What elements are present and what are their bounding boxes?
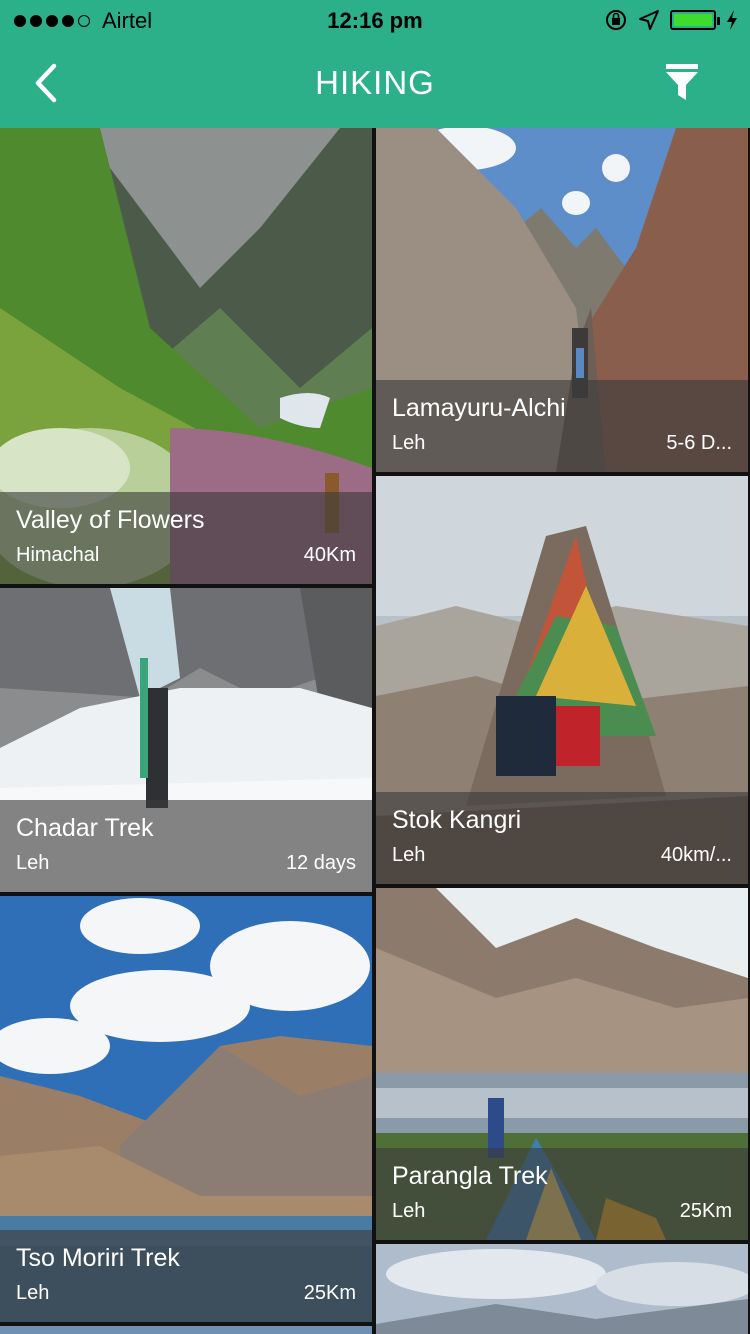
trek-location: Leh — [392, 844, 426, 866]
trek-name: Tso Moriri Trek — [16, 1244, 180, 1272]
trek-card[interactable]: Lamayuru-Alchi Leh 5-6 D... — [376, 128, 748, 472]
battery-icon — [670, 10, 720, 30]
trek-location: Leh — [16, 1282, 50, 1304]
nav-bar: HIKING — [0, 40, 750, 128]
page-title: HIKING — [315, 64, 435, 101]
trek-info-overlay: Parangla Trek Leh 25Km — [376, 1148, 748, 1240]
trek-location: Leh — [392, 1200, 426, 1222]
filter-button[interactable] — [664, 62, 714, 106]
trek-card[interactable]: Valley of Flowers Himachal 40Km — [0, 128, 372, 584]
trek-photo — [0, 1326, 372, 1334]
trek-info-overlay: Valley of Flowers Himachal 40Km — [0, 492, 372, 584]
trek-grid: Valley of Flowers Himachal 40Km Lamayuru… — [0, 128, 750, 1334]
filter-funnel-icon — [666, 64, 698, 100]
trek-card[interactable]: Parangla Trek Leh 25Km — [376, 888, 748, 1240]
trek-name: Chadar Trek — [16, 814, 154, 842]
trek-info-overlay: Chadar Trek Leh 12 days — [0, 800, 372, 892]
trek-card-partial[interactable] — [0, 1326, 372, 1334]
trek-info-overlay: Stok Kangri Leh 40km/... — [376, 792, 748, 884]
trek-distance: 5-6 D... — [666, 432, 732, 454]
trek-info-overlay: Tso Moriri Trek Leh 25Km — [0, 1230, 372, 1322]
trek-card[interactable]: Tso Moriri Trek Leh 25Km — [0, 896, 372, 1322]
charging-bolt-icon — [727, 10, 737, 30]
trek-card-partial[interactable] — [376, 1244, 748, 1334]
trek-location: Himachal — [16, 544, 100, 566]
trek-name: Parangla Trek — [392, 1162, 548, 1190]
trek-distance: 12 days — [285, 852, 356, 874]
trek-name: Valley of Flowers — [16, 506, 205, 534]
trek-location: Leh — [392, 432, 426, 454]
status-bar: Airtel 12:16 pm — [0, 0, 750, 40]
trek-distance: 25Km — [303, 1282, 356, 1304]
location-arrow-icon — [639, 10, 659, 30]
status-icons — [604, 8, 738, 32]
trek-card[interactable]: Stok Kangri Leh 40km/... — [376, 476, 748, 884]
trek-distance: 40Km — [303, 544, 356, 566]
trek-name: Stok Kangri — [392, 806, 522, 834]
trek-distance: 40km/... — [660, 844, 732, 866]
trek-card[interactable]: Chadar Trek Leh 12 days — [0, 588, 372, 892]
trek-name: Lamayuru-Alchi — [392, 394, 566, 422]
trek-distance: 25Km — [679, 1200, 732, 1222]
rotation-lock-icon — [606, 10, 626, 30]
trek-info-overlay: Lamayuru-Alchi Leh 5-6 D... — [376, 380, 748, 472]
trek-photo — [376, 1244, 748, 1334]
trek-location: Leh — [16, 852, 50, 874]
